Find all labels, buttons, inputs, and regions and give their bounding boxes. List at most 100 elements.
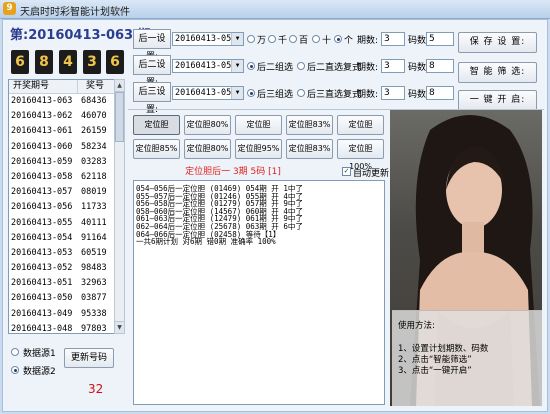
position-button-5[interactable]: 定位胆100% [337, 115, 384, 147]
position-button-10[interactable]: 定位胆100% [337, 139, 384, 171]
setting1-codes-input[interactable]: 5 [426, 32, 454, 46]
history-row[interactable]: 20160413-054 91164 [9, 231, 124, 246]
history-period: 20160413-051 [11, 278, 73, 289]
scroll-down-arrow-icon[interactable]: ▼ [115, 321, 124, 333]
setting3-radio-group[interactable] [247, 89, 255, 97]
history-row[interactable]: 20160413-049 95338 [9, 307, 124, 322]
history-row[interactable]: 20160413-057 08019 [9, 185, 124, 200]
result-digit-4: 3 [83, 50, 101, 74]
history-row[interactable]: 20160413-063 68436 [9, 94, 124, 109]
position-button-4[interactable]: 定位胆83% [286, 115, 333, 135]
history-period: 20160413-054 [11, 232, 73, 243]
position-radio-ge[interactable] [334, 35, 342, 43]
history-period: 20160413-058 [11, 171, 73, 182]
position-radio-shi[interactable] [312, 35, 320, 43]
setting3-periods-input[interactable]: 3 [381, 86, 405, 100]
result-digit-1: 6 [11, 50, 29, 74]
history-number: 46070 [81, 111, 107, 122]
setting2-radio-direct[interactable] [297, 62, 305, 70]
position-button-6[interactable]: 定位胆85% [133, 139, 180, 159]
history-number: 26159 [81, 126, 107, 137]
source1-label: 数据源1 [23, 349, 56, 359]
current-period-label: 第:20160413-063 期 [10, 28, 151, 43]
position-button-8[interactable]: 定位胆95% [235, 139, 282, 159]
setting1-periods-input[interactable]: 3 [381, 32, 405, 46]
chevron-down-icon[interactable]: ▼ [231, 60, 243, 72]
setting1-period-select[interactable]: 20160413-054 ▼ [172, 32, 244, 46]
chevron-down-icon[interactable]: ▼ [231, 87, 243, 99]
output-summary: 一共6期计划 对6期 错0期 准确率 100% [136, 237, 276, 247]
position-button-2[interactable]: 定位胆80% [184, 115, 231, 135]
setting2-label: 后二设置: [133, 55, 171, 88]
position-label-wan: 万 [257, 36, 267, 46]
history-row[interactable]: 20160413-055 40111 [9, 216, 124, 231]
setting3-codes-input[interactable]: 8 [426, 86, 454, 100]
app-logo-icon: 9 [3, 2, 16, 15]
source2-radio[interactable] [11, 366, 19, 374]
history-header-period[interactable]: 开奖期号 [9, 80, 78, 93]
setting3-period-select[interactable]: 20160413-054 ▼ [172, 86, 244, 100]
source2-label: 数据源2 [23, 367, 56, 377]
history-row[interactable]: 20160413-052 98483 [9, 261, 124, 276]
position-radio-qian[interactable] [268, 35, 276, 43]
title-bar: 9 天启时时彩智能计划软件 [0, 0, 550, 19]
plan-status-text: 定位胆后一 3期 5码 [1] [185, 167, 281, 177]
scroll-thumb[interactable] [115, 92, 124, 142]
plan-output-textarea[interactable]: 054—056后一定位胆 (01469) 054期 开 1中了 055—057后… [133, 180, 385, 405]
history-scrollbar[interactable]: ▲ ▼ [114, 79, 125, 334]
usage-instructions: 使用方法: 1、设置计划期数、码数 2、点击“智能筛选” 3、点击“一键开启” [392, 310, 542, 406]
one-click-start-button[interactable]: 一 键 开 启: [458, 90, 537, 111]
history-list[interactable]: 开奖期号 奖号 20160413-063 68436 20160413-062 46… [8, 79, 125, 334]
history-number: 97803 [81, 323, 107, 334]
history-period: 20160413-056 [11, 202, 73, 213]
setting3-radio-direct[interactable] [297, 89, 305, 97]
history-row[interactable]: 20160413-048 97803 [9, 322, 124, 334]
result-digit-3: 4 [59, 50, 77, 74]
history-number: 91164 [81, 232, 107, 243]
position-radio-bai[interactable] [289, 35, 297, 43]
setting2-radio-group[interactable] [247, 62, 255, 70]
bottom-red-value: 32 [88, 382, 104, 396]
history-period: 20160413-061 [11, 126, 73, 137]
setting3-label: 后三设置: [133, 82, 171, 115]
position-button-7[interactable]: 定位胆80% [184, 139, 231, 159]
history-row[interactable]: 20160413-062 46070 [9, 109, 124, 124]
usage-step-3: 3、点击“一键开启” [398, 366, 472, 376]
history-period: 20160413-048 [11, 323, 73, 334]
setting3-option-group: 后三组选 [257, 90, 294, 100]
auto-update-label: 自动更新 [353, 169, 390, 179]
save-settings-button[interactable]: 保 存 设 置: [458, 32, 537, 53]
position-button-9[interactable]: 定位胆83% [286, 139, 333, 159]
scroll-up-arrow-icon[interactable]: ▲ [115, 80, 124, 92]
position-button-3[interactable]: 定位胆100% [235, 115, 282, 147]
setting2-period-select[interactable]: 20160413-054 ▼ [172, 59, 244, 73]
chevron-down-icon[interactable]: ▼ [231, 33, 243, 45]
setting2-option-direct: 后二直选复式 [307, 63, 362, 73]
history-period: 20160413-063 [11, 96, 73, 106]
history-period: 20160413-057 [11, 187, 73, 198]
source1-radio[interactable] [11, 348, 19, 356]
history-period: 20160413-050 [11, 293, 73, 304]
history-row[interactable]: 20160413-061 26159 [9, 124, 124, 139]
history-row[interactable]: 20160413-050 03877 [9, 291, 124, 306]
position-label-bai: 百 [299, 36, 309, 46]
position-button-1[interactable]: 定位胆100% [133, 115, 180, 147]
history-row[interactable]: 20160413-051 32963 [9, 276, 124, 291]
update-numbers-button[interactable]: 更新号码 [64, 348, 114, 368]
setting2-periods-input[interactable]: 3 [381, 59, 405, 73]
history-number: 32963 [81, 278, 107, 289]
setting3-period-value: 20160413-054 [175, 88, 237, 98]
history-row[interactable]: 20160413-060 58234 [9, 140, 124, 155]
history-number: 03877 [81, 293, 107, 304]
usage-title: 使用方法: [398, 321, 435, 331]
history-row[interactable]: 20160413-058 62118 [9, 170, 124, 185]
history-row[interactable]: 20160413-056 11733 [9, 200, 124, 215]
history-period: 20160413-059 [11, 156, 73, 167]
position-radio-wan[interactable] [247, 35, 255, 43]
history-number: 40111 [81, 217, 107, 228]
history-row[interactable]: 20160413-059 03283 [9, 155, 124, 170]
smart-filter-button[interactable]: 智 能 筛 选: [458, 62, 537, 83]
history-row[interactable]: 20160413-053 60519 [9, 246, 124, 261]
setting2-codes-input[interactable]: 8 [426, 59, 454, 73]
auto-update-checkbox[interactable]: ✓ [342, 167, 351, 176]
